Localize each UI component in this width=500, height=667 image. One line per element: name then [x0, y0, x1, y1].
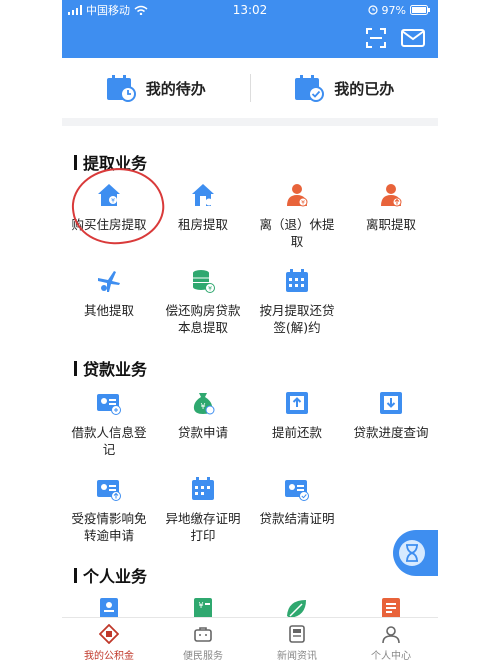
grid-label: 贷款申请 [177, 425, 228, 440]
battery-percent: 97% [381, 3, 406, 17]
calendar-grid-icon [286, 269, 308, 292]
grid-item-epidemic-exemption[interactable]: 受疫情影响免转逾申请 [62, 476, 156, 544]
svg-text:¥: ¥ [198, 601, 203, 610]
app-header [62, 20, 438, 58]
my-done-button[interactable]: 我的已办 [251, 58, 439, 118]
scan-icon[interactable] [365, 27, 387, 49]
grid-label: 借款人信息登记 [71, 425, 147, 457]
bottom-tabbar: 我的公积金 便民服务 新闻资讯 个人中心 [62, 617, 438, 667]
tab-services[interactable]: 便民服务 [156, 618, 250, 667]
id-card-icon [97, 394, 121, 415]
calendar-check-icon [295, 75, 325, 102]
grid-item-retire-withdraw[interactable]: ¥ 离（退）休提取 [250, 182, 344, 250]
fund-logo-icon [99, 623, 119, 644]
svg-text:¥: ¥ [301, 199, 305, 206]
grid-label: 租房提取 [177, 217, 228, 232]
grid-item-monthly-withdraw-contract[interactable]: 按月提取还贷签(解)约 [250, 268, 344, 336]
grid-item-loan-progress[interactable]: 贷款进度查询 [344, 390, 438, 441]
my-todo-label: 我的待办 [145, 79, 206, 98]
user-icon [382, 625, 400, 643]
floating-assistant-button[interactable] [393, 530, 438, 576]
grid-item-loan-apply[interactable]: ¥ 贷款申请 [156, 390, 250, 441]
grid-label: 贷款进度查询 [353, 425, 429, 440]
grid-label: 提前还款 [271, 425, 322, 440]
status-bar: 中国移动 13:02 97% [62, 0, 438, 20]
tab-news[interactable]: 新闻资讯 [250, 618, 344, 667]
person-up-icon [381, 184, 402, 207]
svg-text:¥: ¥ [208, 285, 212, 292]
grid-label: 贷款结清证明 [259, 511, 335, 526]
news-icon [289, 624, 305, 643]
grid-item-remote-deposit-print[interactable]: 异地缴存证明打印 [156, 476, 250, 544]
calendar-print-icon [192, 477, 214, 500]
grid-label: 其他提取 [83, 303, 134, 318]
grid-label: 受疫情影响免转逾申请 [71, 511, 147, 543]
coins-icon: ¥ [193, 270, 215, 293]
grid-item-other-withdraw[interactable]: 其他提取 [62, 268, 156, 319]
grid-label: 偿还购房贷款本息提取 [165, 303, 241, 335]
my-done-label: 我的已办 [334, 79, 395, 98]
svg-text:¥: ¥ [200, 402, 205, 411]
upload-box-icon [286, 392, 308, 414]
grid-label: 离职提取 [365, 217, 416, 232]
section-title-personal: 个人业务 [74, 563, 147, 587]
grid-item-repay-loan-withdraw[interactable]: ¥ 偿还购房贷款本息提取 [156, 268, 250, 336]
briefcase-icon [194, 626, 212, 642]
annotation-circle [67, 161, 169, 251]
grid-item-borrower-info-register[interactable]: 借款人信息登记 [62, 390, 156, 458]
grid-label: 离（退）休提取 [259, 217, 335, 249]
battery-icon [410, 5, 430, 15]
calendar-clock-icon [106, 75, 136, 102]
id-card-up-icon [97, 480, 121, 501]
my-todo-button[interactable]: 我的待办 [62, 58, 250, 118]
alarm-icon [367, 5, 378, 15]
tab-profile[interactable]: 个人中心 [344, 618, 438, 667]
hourglass-icon [406, 544, 418, 562]
id-card-check-icon [285, 480, 309, 501]
grid-item-rent-withdraw[interactable]: 租房提取 [156, 182, 250, 233]
grid-item-early-repay[interactable]: 提前还款 [250, 390, 344, 441]
todo-done-bar: 我的待办 我的已办 [62, 58, 438, 126]
grid-item-loan-clear-cert[interactable]: 贷款结清证明 [250, 476, 344, 527]
app-frame: 中国移动 13:02 97% 我的待办 我的已办 提取业务 ¥ 购买住房提取 租… [62, 0, 438, 667]
grid-label: 异地缴存证明打印 [165, 511, 241, 543]
tab-my-fund[interactable]: 我的公积金 [62, 618, 156, 667]
person-yen-icon: ¥ [287, 184, 308, 207]
mail-icon[interactable] [401, 27, 425, 49]
money-bag-icon: ¥ [193, 393, 215, 415]
download-box-icon [380, 392, 402, 414]
section-title-loan: 贷款业务 [74, 356, 147, 380]
grid-label: 按月提取还贷签(解)约 [259, 303, 335, 335]
grid-item-resign-withdraw[interactable]: 离职提取 [344, 182, 438, 233]
plane-person-icon [98, 271, 120, 292]
house-icon [192, 184, 214, 206]
